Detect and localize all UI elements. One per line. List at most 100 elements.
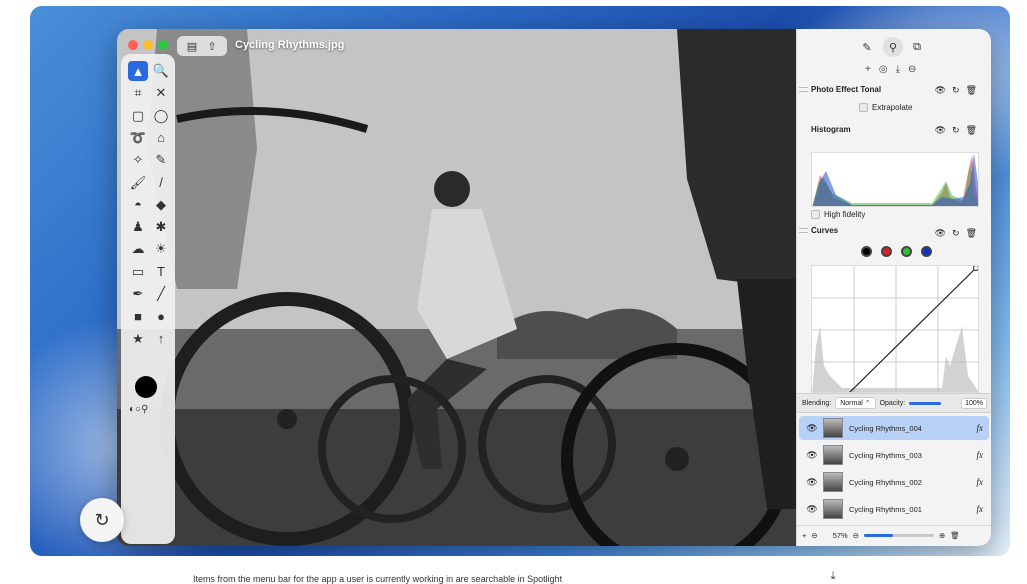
- trash-icon[interactable]: 🗑: [950, 531, 960, 540]
- layer-name: Cycling Rhythms_004: [849, 423, 922, 433]
- inspector-panel: ✎ ⚲ ⧉ + ◎ ⤓ ⊖ Photo Effect Tonal 👁 ↻ 🗑 E…: [796, 29, 991, 546]
- foreground-color-well[interactable]: [135, 376, 157, 398]
- options-icon[interactable]: ⊖: [908, 64, 916, 75]
- layer-thumbnail: [823, 499, 843, 519]
- quick-select-icon[interactable]: ✎: [151, 150, 171, 170]
- layer-options-icon[interactable]: ⊖: [811, 531, 817, 540]
- reset-icon[interactable]: ↻: [952, 125, 960, 136]
- reset-icon[interactable]: ↻: [952, 85, 960, 96]
- sidebar-icon[interactable]: ▤: [183, 40, 201, 53]
- eye-icon[interactable]: 👁: [805, 477, 819, 488]
- layer-name: Cycling Rhythms_001: [849, 504, 922, 514]
- layer-row[interactable]: 👁 Cycling Rhythms_002 fx: [799, 470, 989, 494]
- eye-icon[interactable]: 👁: [805, 423, 819, 434]
- layer-row[interactable]: 👁 Cycling Rhythms_003 fx: [799, 443, 989, 467]
- opacity-value[interactable]: 100%: [961, 397, 987, 409]
- curves-plot: [812, 266, 978, 392]
- import-icon[interactable]: ⤓: [896, 64, 900, 75]
- channel-button[interactable]: [861, 246, 872, 257]
- move-tool-icon[interactable]: ▲: [128, 61, 148, 81]
- line-tool-icon[interactable]: ╱: [151, 284, 171, 304]
- eye-icon[interactable]: 👁: [805, 450, 819, 461]
- layer-row[interactable]: 👁 Cycling Rhythms_001 fx: [799, 497, 989, 521]
- eye-icon[interactable]: 👁: [935, 125, 946, 136]
- transform-tool-icon[interactable]: ✕: [151, 83, 171, 103]
- channel-button[interactable]: [901, 246, 912, 257]
- high-fidelity-checkbox[interactable]: High fidelity: [811, 210, 865, 219]
- drag-handle-icon[interactable]: [799, 87, 808, 92]
- trash-icon[interactable]: 🗑: [966, 85, 977, 96]
- close-window-button[interactable]: [128, 40, 138, 50]
- blend-mode-select[interactable]: Normal ⌃: [835, 397, 876, 409]
- star-shape-icon[interactable]: ★: [128, 329, 148, 349]
- high-fidelity-label: High fidelity: [824, 210, 866, 219]
- crop-tool-icon[interactable]: ⌗: [128, 83, 148, 103]
- zoom-out-icon[interactable]: ⊖: [853, 531, 859, 540]
- curve-channels: [861, 246, 932, 257]
- pencil-icon[interactable]: /: [151, 173, 171, 193]
- lighten-icon[interactable]: ☀: [151, 239, 171, 259]
- adjustments-icon[interactable]: ⚲: [883, 37, 903, 57]
- curves-graph[interactable]: [811, 265, 979, 393]
- drag-handle-icon[interactable]: [799, 228, 808, 233]
- checkbox-box[interactable]: [859, 103, 868, 112]
- layer-name: Cycling Rhythms_002: [849, 477, 922, 487]
- zoom-fill: [864, 534, 894, 537]
- add-icon[interactable]: +: [865, 64, 871, 75]
- polygon-lasso-icon[interactable]: ⌂: [151, 128, 171, 148]
- fx-icon[interactable]: fx: [977, 504, 984, 514]
- eye-icon[interactable]: 👁: [805, 504, 819, 515]
- brush-icon[interactable]: 🖌: [128, 173, 148, 193]
- ellipse-shape-icon[interactable]: ●: [151, 306, 171, 326]
- zoom-window-button[interactable]: [158, 40, 168, 50]
- zoom-value: 57%: [832, 531, 848, 540]
- share-icon[interactable]: ⇧: [203, 40, 221, 53]
- eraser-icon[interactable]: ◆: [151, 195, 171, 215]
- extrapolate-checkbox[interactable]: Extrapolate: [859, 103, 912, 112]
- ellipse-select-icon[interactable]: ◯: [151, 106, 171, 126]
- swap-colors-icon[interactable]: ◐○⚲: [129, 404, 148, 415]
- fx-icon[interactable]: fx: [977, 450, 984, 460]
- heal-icon[interactable]: ✱: [151, 217, 171, 237]
- zoom-slider[interactable]: [864, 534, 934, 537]
- eye-icon[interactable]: 👁: [935, 85, 946, 96]
- layers-icon[interactable]: ⧉: [907, 37, 927, 57]
- effects-icon[interactable]: ◎: [879, 64, 888, 75]
- layer-row[interactable]: 👁 Cycling Rhythms_004 fx: [799, 416, 989, 440]
- refresh-button[interactable]: ↻: [80, 498, 124, 542]
- minimize-window-button[interactable]: [143, 40, 153, 50]
- text-tool-icon[interactable]: T: [151, 262, 171, 282]
- tools-palette: ▲ 🔍 ⌗ ✕ ▢ ◯ ➰ ⌂ ✧ ✎ 🖌 / ◓ ◆ ♟ ✱ ☁ ☀ ▭ T ✒ ╱ ■ ● ★ ↑ ◐○⚲: [121, 54, 175, 544]
- zoom-tool-icon[interactable]: 🔍: [151, 61, 171, 81]
- rectangle-shape-icon[interactable]: ■: [128, 306, 148, 326]
- opacity-slider[interactable]: [909, 401, 942, 405]
- rect-select-icon[interactable]: ▢: [128, 106, 148, 126]
- eye-icon[interactable]: 👁: [935, 228, 946, 239]
- effect-title: Photo Effect Tonal: [811, 85, 882, 94]
- extrapolate-label: Extrapolate: [872, 103, 913, 112]
- zoom-in-icon[interactable]: ⊕: [939, 531, 945, 540]
- pen-tool-icon[interactable]: ✒: [128, 284, 148, 304]
- caption-text: Items from the menu bar for the app a us…: [193, 574, 563, 584]
- smudge-icon[interactable]: ☁: [128, 239, 148, 259]
- lasso-icon[interactable]: ➰: [128, 128, 148, 148]
- desktop-wallpaper: ▤ ⇧ Cycling Rhythms.jpg ▲ 🔍 ⌗ ✕ ▢ ◯ ➰ ⌂ ✧ ✎ 🖌 / ◓ ◆ ♟ ✱…: [30, 6, 1010, 556]
- checkbox-box[interactable]: [811, 210, 820, 219]
- magic-wand-icon[interactable]: ✧: [128, 150, 148, 170]
- arrow-shape-icon[interactable]: ↑: [151, 329, 171, 349]
- download-icon[interactable]: ⤓: [822, 570, 844, 584]
- reset-icon[interactable]: ↻: [952, 228, 960, 239]
- fx-icon[interactable]: fx: [977, 423, 984, 433]
- title-bar-buttons: ▤ ⇧: [177, 36, 227, 56]
- trash-icon[interactable]: 🗑: [966, 228, 977, 239]
- channel-button[interactable]: [921, 246, 932, 257]
- fx-icon[interactable]: fx: [977, 477, 984, 487]
- clone-stamp-icon[interactable]: ♟: [128, 217, 148, 237]
- photo-canvas[interactable]: ▤ ⇧ Cycling Rhythms.jpg ▲ 🔍 ⌗ ✕ ▢ ◯ ➰ ⌂ ✧ ✎ 🖌 / ◓ ◆ ♟ ✱…: [117, 29, 796, 546]
- brush-icon[interactable]: ✎: [857, 37, 877, 57]
- fill-icon[interactable]: ◓: [128, 195, 148, 215]
- gradient-icon[interactable]: ▭: [128, 262, 148, 282]
- channel-button[interactable]: [881, 246, 892, 257]
- trash-icon[interactable]: 🗑: [966, 125, 977, 136]
- add-layer-icon[interactable]: +: [802, 531, 806, 540]
